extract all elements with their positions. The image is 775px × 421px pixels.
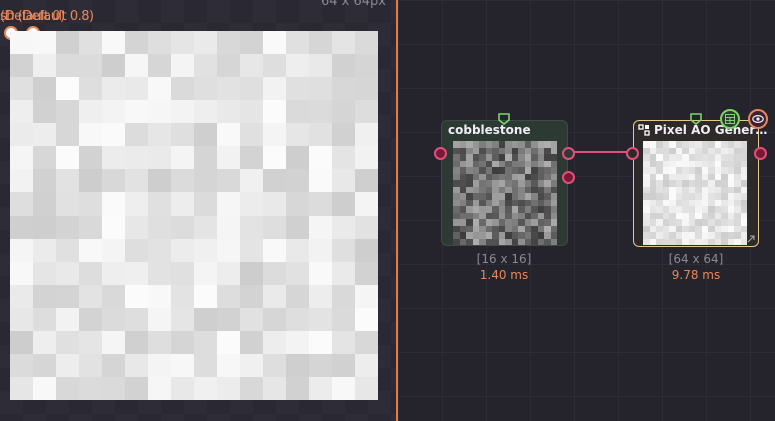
node-time-label: 9.78 ms (671, 268, 721, 282)
node-thumbnail (453, 141, 557, 245)
input-port[interactable] (434, 147, 447, 160)
node-thumbnail (643, 141, 747, 245)
output-port[interactable] (754, 147, 767, 160)
preview-image[interactable] (10, 31, 378, 400)
node-size-label: [16 x 16] (476, 252, 532, 266)
node-graph[interactable]: cobblestone [16 x 16] 1.40 ms Pixel AO G… (398, 0, 775, 421)
output-port[interactable] (562, 147, 575, 160)
node-pixel-ao-generator[interactable]: Pixel AO Gener… (633, 120, 767, 247)
node-type-icon (638, 124, 650, 136)
node-title: cobblestone (448, 123, 531, 137)
spreadsheet-icon[interactable] (720, 109, 740, 129)
node-cobblestone[interactable]: cobblestone (441, 120, 568, 246)
expand-icon[interactable] (747, 235, 755, 243)
preview-size-label: 64 x 64px (321, 0, 386, 9)
pin-icon[interactable] (498, 113, 510, 125)
overlay-line-2: (Default 0) (0, 9, 65, 24)
node-time-label: 1.40 ms (479, 268, 529, 282)
input-port[interactable] (626, 147, 639, 160)
pin-icon[interactable] (690, 113, 702, 125)
output-port-2[interactable] (562, 171, 575, 184)
preview-pane: 64 x 64px sh (Default 0.8) (Default 0) (0, 0, 396, 421)
node-size-label: [64 x 64] (668, 252, 724, 266)
eye-icon[interactable] (748, 109, 768, 129)
